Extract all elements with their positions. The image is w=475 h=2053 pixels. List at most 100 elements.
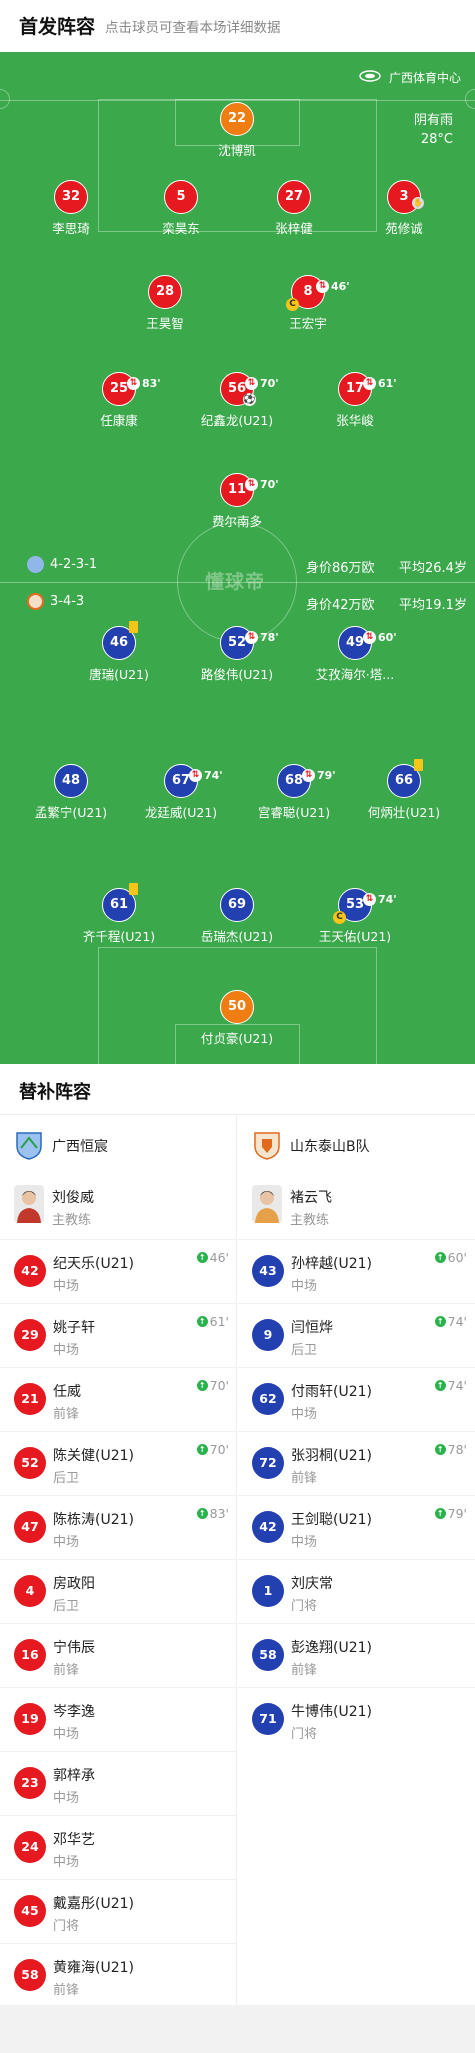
home-player-card[interactable]: 3 ✋ 苑修诚: [329, 180, 475, 237]
sub-player-position: 后卫: [291, 1343, 318, 1358]
sub-in-icon: ↑: [434, 1380, 446, 1391]
sub-player-row[interactable]: 19 岑李逸 中场: [0, 1687, 237, 1751]
sub-player-row[interactable]: 9 闫恒烨 后卫 ↑ 74': [238, 1303, 475, 1367]
sub-player-number: 4: [14, 1575, 46, 1607]
home-coach[interactable]: 刘俊威 主教练: [0, 1175, 237, 1239]
away-player-card[interactable]: 49 ⇅ 60' 艾孜海尔·塔...: [280, 626, 430, 683]
substitution-icon: ⇅: [316, 280, 329, 293]
sub-player-position: 门将: [291, 1599, 318, 1614]
substitution-icon: ⇅: [363, 377, 376, 390]
substitution-icon: ⇅: [302, 769, 315, 782]
sub-player-number: 42: [252, 1511, 284, 1543]
sub-player-row[interactable]: 16 宁伟辰 前锋: [0, 1623, 237, 1687]
lineup-subtitle: 点击球员可查看本场详细数据: [105, 20, 281, 36]
home-player-name: 沈博凯: [218, 143, 256, 158]
away-player-card[interactable]: 50 付贞豪(U21): [162, 990, 312, 1047]
away-player-number: 46: [102, 621, 138, 660]
home-player-card[interactable]: 22 沈博凯: [162, 102, 312, 159]
sub-player-row[interactable]: 52 陈关健(U21) 后卫 ↑ 70': [0, 1431, 237, 1495]
sub-in-icon: ↑: [196, 1252, 208, 1263]
goal-ball-icon: ⚽: [243, 393, 256, 406]
home-player-name: 苑修诚: [385, 221, 423, 236]
away-team-header[interactable]: 山东泰山B队: [238, 1115, 475, 1175]
sub-player-row[interactable]: 45 戴嘉彤(U21) 门将: [0, 1879, 237, 1943]
stadium-icon: [359, 69, 381, 86]
subs-header: 替补阵容: [0, 1064, 475, 1115]
away-player-name: 付贞豪(U21): [200, 1031, 274, 1046]
substitution-icon: ⇅: [189, 769, 202, 782]
sub-player-row[interactable]: 47 陈栋涛(U21) 中场 ↑ 83': [0, 1495, 237, 1559]
away-coach[interactable]: 褚云飞 主教练: [238, 1175, 475, 1239]
sub-player-row[interactable]: 24 邓华艺 中场: [0, 1815, 237, 1879]
sub-in-icon: ↑: [434, 1252, 446, 1263]
sub-player-row[interactable]: 42 王剑聪(U21) 中场 ↑ 79': [238, 1495, 475, 1559]
substitution-in: ↑ 70': [196, 1442, 229, 1457]
home-player-card[interactable]: 8 ⇅ 46' C 王宏宇: [233, 275, 383, 332]
substitution-icon: ⇅: [245, 377, 258, 390]
sub-player-row[interactable]: 1 刘庆常 门将: [238, 1559, 475, 1623]
sub-player-row[interactable]: 62 付雨轩(U21) 中场 ↑ 74': [238, 1367, 475, 1431]
sub-player-position: 中场: [53, 1855, 80, 1870]
sub-in-icon: ↑: [196, 1316, 208, 1327]
home-player-card[interactable]: 17 ⇅ 61' 张华峻: [280, 372, 430, 429]
sub-in-icon: ↑: [196, 1444, 208, 1455]
sub-player-name: 孙梓越(U21): [291, 1256, 372, 1272]
lineup-header: 首发阵容 点击球员可查看本场详细数据: [0, 0, 475, 52]
away-player-number: 50: [220, 990, 254, 1024]
home-player-card[interactable]: 11 ⇅ 70' 费尔南多: [162, 473, 312, 530]
sub-player-name: 牛博伟(U21): [291, 1704, 372, 1720]
sub-player-position: 前锋: [53, 1983, 80, 1998]
sub-player-name: 邓华艺: [53, 1832, 95, 1848]
sub-player-name: 郭梓承: [53, 1768, 95, 1784]
sub-player-row[interactable]: 71 牛博伟(U21) 门将: [238, 1687, 475, 1751]
home-player-card[interactable]: 28 王昊智: [90, 275, 240, 332]
away-formation: 3-4-3: [50, 594, 85, 609]
sub-player-row[interactable]: 72 张羽桐(U21) 前锋 ↑ 78': [238, 1431, 475, 1495]
sub-player-row[interactable]: 23 郭梓承 中场: [0, 1751, 237, 1815]
sub-player-name: 任威: [53, 1384, 81, 1400]
away-market-value: 身价42万欧: [306, 598, 375, 613]
sub-player-row[interactable]: 43 孙梓越(U21) 中场 ↑ 60': [238, 1239, 475, 1303]
home-team-badge: [27, 556, 44, 573]
substitution-icon: ⇅: [245, 478, 258, 491]
home-team-header[interactable]: 广西恒宸: [0, 1115, 237, 1175]
sub-player-position: 门将: [53, 1919, 80, 1934]
substitution-icon: ⇅: [127, 377, 140, 390]
substitution-in: ↑ 61': [196, 1314, 229, 1329]
coach-role: 主教练: [52, 1213, 92, 1228]
sub-player-position: 中场: [291, 1279, 318, 1294]
sub-player-row[interactable]: 21 任威 前锋 ↑ 70': [0, 1367, 237, 1431]
sub-player-row[interactable]: 4 房政阳 后卫: [0, 1559, 237, 1623]
sub-player-row[interactable]: 29 姚子轩 中场 ↑ 61': [0, 1303, 237, 1367]
sub-player-row[interactable]: 58 彭逸翔(U21) 前锋: [238, 1623, 475, 1687]
sub-in-icon: ↑: [434, 1316, 446, 1327]
sub-player-number: 23: [14, 1767, 46, 1799]
home-team-logo-icon: [15, 1130, 43, 1160]
substitution-in: ↑ 70': [196, 1378, 229, 1393]
sub-player-position: 中场: [53, 1535, 80, 1550]
sub-player-number: 29: [14, 1319, 46, 1351]
substitution-out: ⇅ 78': [245, 622, 279, 653]
sub-player-name: 姚子轩: [53, 1320, 95, 1336]
home-player-number: 11 ⇅ 70': [220, 473, 279, 507]
sub-player-number: 21: [14, 1383, 46, 1415]
sub-player-number: 16: [14, 1639, 46, 1671]
away-player-card[interactable]: 53 ⇅ 74' C 王天佑(U21): [280, 888, 430, 945]
home-player-name: 费尔南多: [211, 514, 262, 529]
home-team-name: 广西恒宸: [52, 1139, 108, 1155]
away-player-number: 52 ⇅ 78': [220, 626, 279, 660]
sub-player-number: 9: [252, 1319, 284, 1351]
coach-avatar: [252, 1185, 282, 1223]
sub-player-row[interactable]: 58 黄雍海(U21) 前锋: [0, 1943, 237, 2007]
home-player-number: 8 ⇅ 46' C: [286, 275, 350, 311]
away-average-age: 平均19.1岁: [399, 598, 467, 613]
sub-player-name: 刘庆常: [291, 1576, 333, 1592]
home-player-number: 17 ⇅ 61': [338, 372, 397, 406]
home-average-age: 平均26.4岁: [399, 561, 467, 576]
sub-player-row[interactable]: 42 纪天乐(U21) 中场 ↑ 46': [0, 1239, 237, 1303]
substitution-icon: ⇅: [363, 631, 376, 644]
sub-player-name: 陈栋涛(U21): [53, 1512, 134, 1528]
home-player-number: 25 ⇅ 83': [102, 372, 161, 406]
away-player-card[interactable]: 66 何炳壮(U21): [329, 759, 475, 821]
sub-in-icon: ↑: [434, 1508, 446, 1519]
